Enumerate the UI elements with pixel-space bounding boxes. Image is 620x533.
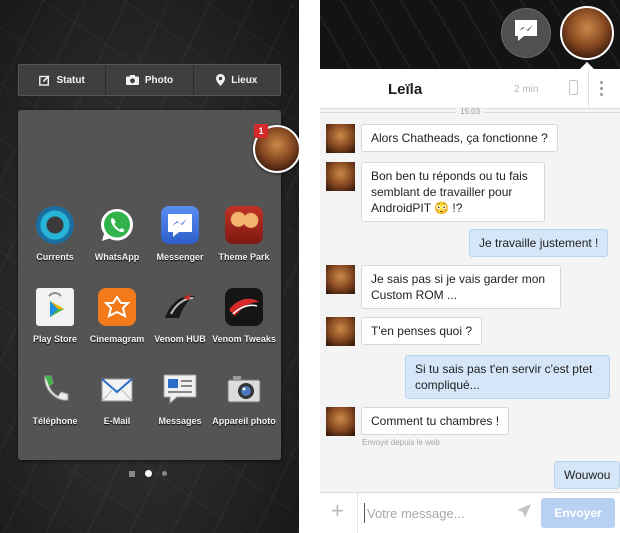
venom-tweaks-icon (225, 288, 263, 326)
overflow-menu-icon[interactable] (600, 81, 604, 99)
app-label: WhatsApp (94, 252, 140, 262)
facebook-status-bar: Statut Photo Lieux (18, 64, 281, 96)
app-label: Theme Park (218, 252, 270, 262)
conversation-panel: Leïla 2 min 15:03 Alors Chatheads, ça fo… (320, 69, 620, 533)
app-currents[interactable]: Currents (22, 206, 88, 262)
play-store-icon (36, 288, 74, 326)
messages-icon (161, 370, 199, 408)
app-theme-park[interactable]: Theme Park (211, 206, 277, 262)
chat-screen: Leïla 2 min 15:03 Alors Chatheads, ça fo… (320, 0, 620, 533)
send-button[interactable]: Envoyer (541, 498, 615, 528)
camera-icon (125, 75, 139, 85)
avatar (326, 317, 355, 346)
contact-chathead[interactable] (560, 6, 614, 60)
app-camera[interactable]: Appareil photo (211, 370, 277, 426)
photo-button[interactable]: Photo (106, 65, 194, 95)
app-label: Venom Tweaks (212, 334, 276, 344)
app-email[interactable]: E-Mail (84, 370, 150, 426)
status-button-label: Statut (56, 74, 85, 86)
phone-icon (36, 370, 74, 408)
last-seen: 2 min (514, 84, 539, 95)
app-label: Messages (158, 416, 202, 426)
message-bubble-in: Bon ben tu réponds ou tu fais semblant d… (361, 162, 545, 222)
venom-hub-icon (161, 288, 199, 326)
messenger-chathead[interactable] (501, 8, 551, 58)
timestamp: 15:03 (456, 107, 485, 116)
app-whatsapp[interactable]: WhatsApp (84, 206, 150, 262)
sent-via-web: Envoyé depuis le web (362, 438, 440, 447)
app-label: E-Mail (103, 416, 131, 426)
email-icon (98, 370, 136, 408)
messenger-icon (161, 206, 199, 244)
message-input[interactable] (364, 503, 504, 523)
header-divider (588, 69, 589, 109)
page-dot (162, 471, 167, 476)
message-composer: + Envoyer (320, 492, 620, 533)
avatar (326, 265, 355, 294)
message-bubble-in: T'en penses quoi ? (361, 317, 483, 345)
page-indicator[interactable] (129, 470, 167, 477)
composer-divider (357, 493, 358, 533)
message-bubble-in: Alors Chatheads, ça fonctionne ? (361, 124, 558, 152)
app-label: Play Store (32, 334, 78, 344)
app-label: Téléphone (32, 416, 78, 426)
home-screen: Statut Photo Lieux Currents WhatsApp Mes… (0, 0, 299, 533)
message-bubble-in: Comment tu chambres ! (361, 407, 510, 435)
places-button[interactable]: Lieux (194, 65, 280, 95)
app-venom-hub[interactable]: Venom HUB (147, 288, 213, 344)
all-apps-icon (129, 470, 135, 477)
message-bubble-in: Je sais pas si je vais garder mon Custom… (361, 265, 561, 309)
message-bubble-out: Si tu sais pas t'en servir c'est ptet co… (405, 355, 610, 399)
location-pin-icon (216, 74, 226, 86)
status-button[interactable]: Statut (19, 65, 107, 95)
app-messenger[interactable]: Messenger (147, 206, 213, 262)
app-cinemagram[interactable]: Cinemagram (84, 288, 150, 344)
app-label: Currents (36, 252, 74, 262)
page-dot-active (145, 470, 152, 477)
cinemagram-icon (98, 288, 136, 326)
message-bubble-out: Wouwou (554, 461, 620, 489)
photo-button-label: Photo (144, 74, 174, 86)
app-drawer: Currents WhatsApp Messenger Theme Park P… (18, 110, 281, 460)
app-telephone[interactable]: Téléphone (22, 370, 88, 426)
edit-icon (39, 75, 50, 86)
screenshot-root: Statut Photo Lieux Currents WhatsApp Mes… (0, 0, 620, 533)
app-label: Cinemagram (89, 334, 145, 344)
whatsapp-icon (98, 206, 136, 244)
avatar (326, 407, 355, 436)
message-bubble-out: Je travaille justement ! (469, 229, 609, 257)
contact-name: Leïla (388, 81, 423, 98)
avatar (326, 162, 355, 191)
avatar (326, 124, 355, 153)
location-arrow-icon[interactable] (516, 503, 532, 524)
theme-park-icon (225, 206, 263, 244)
app-venom-tweaks[interactable]: Venom Tweaks (211, 288, 277, 344)
messenger-icon (513, 19, 539, 48)
currents-icon (36, 206, 74, 244)
unread-badge: 1 (254, 124, 268, 138)
app-play-store[interactable]: Play Store (22, 288, 88, 344)
camera-app-icon (225, 370, 263, 408)
app-messages[interactable]: Messages (147, 370, 213, 426)
app-label: Venom HUB (154, 334, 206, 344)
app-label: Appareil photo (212, 416, 276, 426)
divider (299, 0, 320, 533)
mobile-icon (569, 80, 578, 95)
chat-header: Leïla 2 min (320, 69, 620, 109)
app-label: Messenger (156, 252, 204, 262)
places-button-label: Lieux (231, 74, 258, 86)
add-attachment-icon[interactable]: + (331, 499, 344, 523)
